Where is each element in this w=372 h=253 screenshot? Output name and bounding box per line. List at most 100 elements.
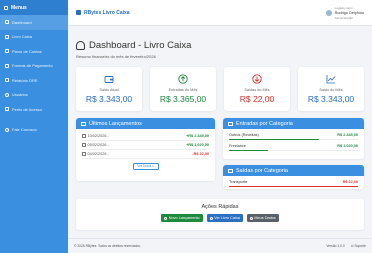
new-entry-button[interactable]: Novo Lançamento — [161, 214, 203, 222]
category-line: Freelance R$ 1.020,00 — [229, 144, 358, 148]
brand-name: RBytes Livro Caixa — [84, 9, 130, 16]
panels-row: Últimos Lançamentos 10/02/2026 - +R$ 2.3… — [76, 118, 364, 189]
panel-header: Últimos Lançamentos — [76, 118, 215, 129]
category-row: Outros (Receitas) R$ 2.345,00 — [229, 133, 358, 141]
sidebar-item-relatorio-dre[interactable]: Relatório DRE — [0, 73, 68, 88]
user-icon — [249, 216, 253, 220]
user-name: Rodrigo Delphino — [334, 10, 364, 15]
user-menu[interactable]: Logado como Rodrigo Delphino Administrad… — [325, 5, 364, 20]
category-bar-fill — [229, 185, 358, 188]
sidebar-item-label: Fale Conosco — [12, 127, 37, 133]
arrow-up-icon — [178, 74, 188, 84]
shield-icon — [5, 107, 9, 112]
view-cashbook-label: Ver Livro Caixa — [214, 216, 240, 220]
card-label: Saídas do Mês — [244, 88, 270, 92]
sidebar-item-label: Relatório DRE — [12, 77, 38, 83]
sidebar-item-label: Plano de Contas — [12, 48, 42, 54]
my-data-label: Meus Dados — [254, 216, 276, 220]
transaction-date: 10/02/2026 - — [82, 134, 109, 138]
card-label: Entradas do Mês — [168, 88, 198, 92]
support-link[interactable]: ⊙ Suporte — [351, 244, 366, 248]
transaction-row[interactable]: 04/02/2026 - -R$ 22,00 — [82, 150, 209, 159]
logo-icon — [76, 10, 81, 15]
panel-header: Saídas por Categoria — [223, 165, 364, 176]
chart-pie-icon — [228, 168, 233, 173]
sidebar-item-formas-pagamento[interactable]: Formas de Pagamento — [0, 59, 68, 74]
view-all-label: Ver Todos — [137, 164, 152, 168]
category-amount: R$ 22,00 — [342, 180, 358, 184]
chart-line-icon — [326, 74, 336, 84]
main-content: Dashboard - Livro Caixa Resumo financeir… — [68, 26, 372, 253]
book-icon — [209, 216, 213, 220]
avatar — [325, 9, 332, 16]
panel-header: Entradas por Categoria — [223, 118, 364, 129]
sidebar-item-label: Usuários — [12, 92, 28, 98]
report-icon — [5, 78, 9, 83]
income-categories-panel: Entradas por Categoria Outros (Receitas)… — [223, 118, 364, 159]
version: Versão 1.0.0 — [326, 244, 345, 248]
page-title: Dashboard - Livro Caixa — [76, 40, 364, 51]
transaction-amount: -R$ 22,00 — [192, 152, 209, 156]
summary-cards: Saldo Atual R$ 3.343,00 Entradas do Mês … — [76, 67, 364, 111]
quick-actions-title: Ações Rápidas — [201, 204, 239, 210]
sidebar-item-plano-contas[interactable]: Plano de Contas — [0, 44, 68, 59]
category-row: Freelance R$ 1.020,00 — [229, 144, 358, 152]
book-icon — [5, 34, 9, 39]
calendar-icon — [82, 143, 86, 147]
category-name: Outros (Receitas) — [229, 133, 259, 137]
panel-title: Últimos Lançamentos — [89, 120, 142, 127]
quick-actions: Ações Rápidas Novo Lançamento Ver Livro … — [76, 199, 364, 230]
sidebar-item-label: Dashboard — [12, 19, 32, 25]
brand[interactable]: RBytes Livro Caixa — [76, 10, 130, 16]
category-line: Transporte R$ 22,00 — [229, 180, 358, 184]
sidebar-item-perfis-acesso[interactable]: Perfis de Acesso — [0, 102, 68, 117]
view-cashbook-button[interactable]: Ver Livro Caixa — [206, 214, 243, 222]
user-caption: Logado como — [334, 5, 353, 10]
sidebar: Menus Dashboard Livro Caixa Plano de Con… — [0, 0, 68, 253]
calendar-icon — [82, 134, 86, 138]
transaction-row[interactable]: 10/02/2026 - +R$ 2.345,00 — [82, 132, 209, 141]
calendar-icon — [82, 152, 86, 156]
panel-title: Entradas por Categoria — [236, 120, 293, 127]
my-data-button[interactable]: Meus Dados — [246, 214, 279, 222]
card-label: Saldo Atual — [99, 88, 119, 92]
category-row: Transporte R$ 22,00 — [229, 180, 358, 188]
sidebar-item-fale-conosco[interactable]: Fale Conosco — [0, 123, 68, 138]
copyright: © 2026 RBytes. Todos os direitos reserva… — [74, 244, 141, 248]
sidebar-header[interactable]: Menus — [0, 0, 68, 15]
transaction-date: 04/02/2026 - — [82, 152, 109, 156]
sidebar-item-dashboard[interactable]: Dashboard — [0, 15, 68, 30]
card-entradas: Entradas do Mês R$ 3.365,00 — [150, 67, 216, 111]
footer-right: Versão 1.0.0 ⊙ Suporte — [326, 244, 366, 248]
list-icon — [5, 49, 9, 54]
category-line: Outros (Receitas) R$ 2.345,00 — [229, 133, 358, 137]
sidebar-item-label: Livro Caixa — [12, 34, 33, 40]
category-name: Freelance — [229, 144, 246, 149]
sidebar-item-usuarios[interactable]: Usuários — [0, 88, 68, 103]
panel-title: Saídas por Categoria — [236, 167, 288, 174]
category-bar — [229, 149, 358, 152]
sidebar-title: Menus — [11, 4, 27, 11]
category-name: Transporte — [229, 180, 248, 184]
category-amount: R$ 1.020,00 — [337, 144, 358, 149]
dashboard-icon — [5, 20, 9, 25]
recent-transactions-panel: Últimos Lançamentos 10/02/2026 - +R$ 2.3… — [76, 118, 215, 181]
category-bar — [229, 138, 358, 141]
quick-actions-buttons: Novo Lançamento Ver Livro Caixa Meus Dad… — [161, 214, 279, 222]
card-value: R$ 3.365,00 — [159, 94, 207, 104]
wallet-icon — [104, 74, 114, 84]
card-value: R$ 3.343,00 — [85, 94, 133, 104]
card-saldo-mes: Saldo do Mês R$ 3.343,00 — [298, 67, 364, 111]
chart-pie-icon — [228, 121, 233, 126]
transaction-row[interactable]: 05/02/2026 - +R$ 1.020,00 — [82, 141, 209, 150]
footer: © 2026 RBytes. Todos os direitos reserva… — [68, 238, 372, 253]
card-value: R$ 22,00 — [239, 94, 275, 104]
sidebar-item-label: Perfis de Acesso — [12, 106, 42, 112]
page-title-text: Dashboard - Livro Caixa — [89, 40, 192, 51]
users-icon — [5, 92, 9, 97]
top-bar: RBytes Livro Caixa Logado como Rodrigo D… — [68, 0, 372, 26]
sidebar-item-livro-caixa[interactable]: Livro Caixa — [0, 30, 68, 45]
category-bar-fill — [229, 138, 319, 141]
view-all-button[interactable]: Ver Todos ▾ — [132, 163, 159, 170]
page-subtitle: Resumo financeiro do mês de fevereiro/20… — [76, 54, 156, 59]
